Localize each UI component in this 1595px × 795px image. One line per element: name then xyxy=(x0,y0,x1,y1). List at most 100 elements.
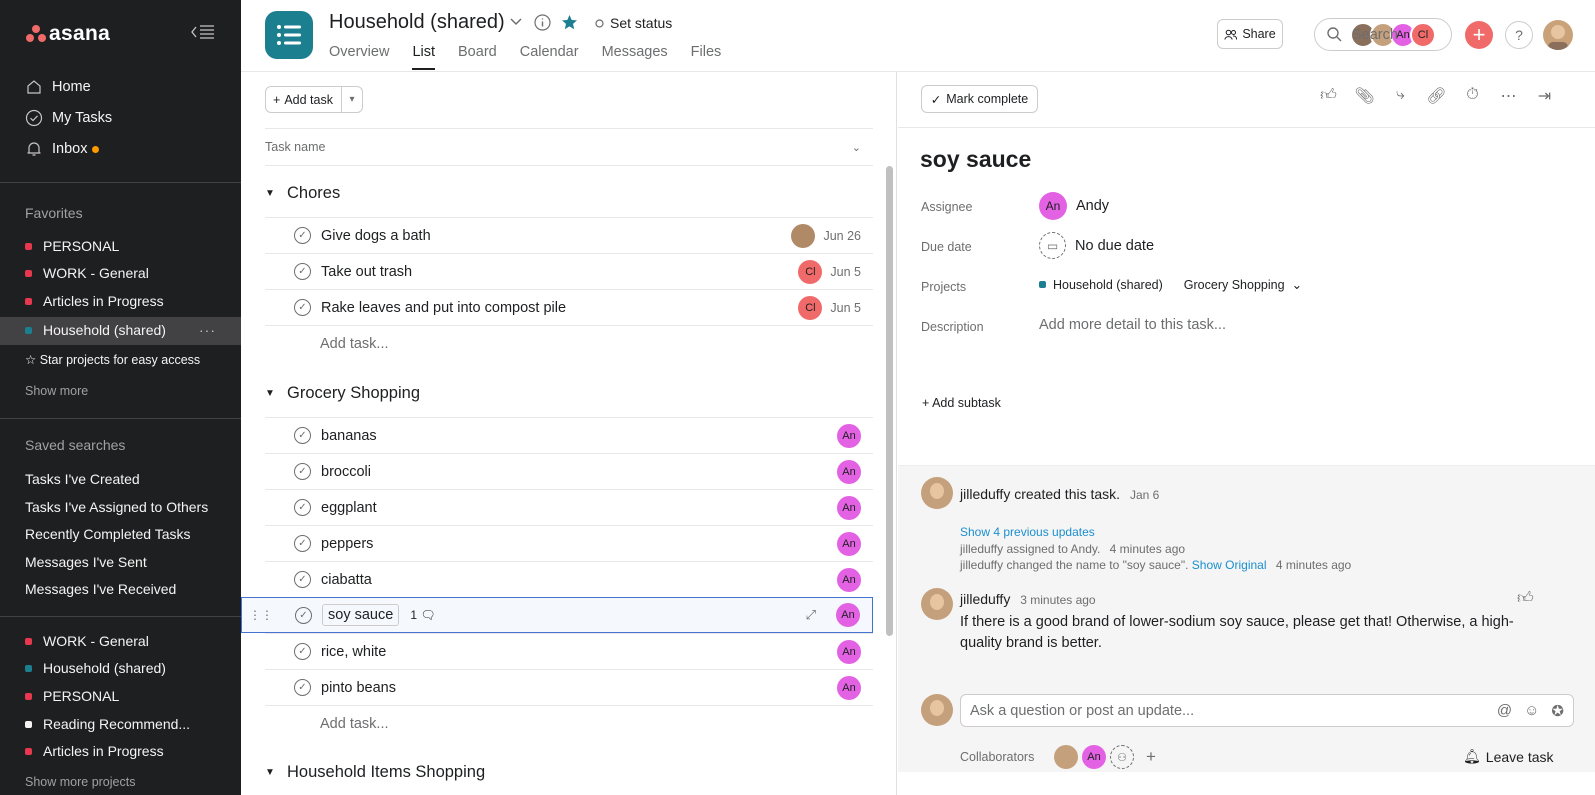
info-icon[interactable] xyxy=(534,14,551,35)
complete-check-icon[interactable]: ✓ xyxy=(294,643,311,660)
more-icon[interactable]: ⋯ xyxy=(1498,86,1519,106)
chevron-down-icon[interactable] xyxy=(509,14,523,32)
favorite-articles[interactable]: Articles in Progress xyxy=(25,293,164,309)
add-task-button[interactable]: + Add task ▾ xyxy=(265,86,363,113)
complete-check-icon[interactable]: ✓ xyxy=(294,227,311,244)
favorite-household[interactable]: Household (shared) xyxy=(25,322,166,338)
scrollbar[interactable] xyxy=(886,166,893,636)
avatar[interactable] xyxy=(1543,20,1573,50)
leave-task-button[interactable]: 🔔︎ Leave task xyxy=(1463,748,1554,765)
due-date-field[interactable]: ▭ No due date xyxy=(1039,232,1154,259)
project-articles[interactable]: Articles in Progress xyxy=(25,743,164,759)
show-more-projects-link[interactable]: Show more projects xyxy=(25,775,135,789)
mark-complete-button[interactable]: ✓ Mark complete xyxy=(921,85,1038,113)
table-row[interactable]: ✓ eggplant An xyxy=(265,489,873,525)
like-icon[interactable]: 👍︎ xyxy=(1318,86,1339,106)
add-task-row[interactable]: Add task... xyxy=(265,325,873,361)
show-previous-link[interactable]: Show 4 previous updates xyxy=(960,525,1095,539)
project-work-general[interactable]: WORK - General xyxy=(25,633,149,649)
nav-my-tasks[interactable]: My Tasks xyxy=(25,109,112,127)
nav-inbox[interactable]: Inbox xyxy=(25,140,100,158)
quick-add-button[interactable]: + xyxy=(1465,21,1493,49)
complete-check-icon[interactable]: ✓ xyxy=(294,263,311,280)
mention-icon[interactable]: @ xyxy=(1497,702,1512,720)
saved-search-received[interactable]: Messages I've Received xyxy=(25,581,176,597)
link-icon[interactable]: 🔗︎ xyxy=(1426,86,1447,106)
table-row[interactable]: ✓ ciabatta An xyxy=(265,561,873,597)
complete-check-icon[interactable]: ✓ xyxy=(294,499,311,516)
favorite-work-general[interactable]: WORK - General xyxy=(25,265,149,281)
nav-home[interactable]: Home xyxy=(25,78,91,96)
saved-search-assigned[interactable]: Tasks I've Assigned to Others xyxy=(25,499,208,515)
tab-messages[interactable]: Messages xyxy=(602,44,668,70)
drag-handle-icon[interactable]: ⋮⋮ xyxy=(249,608,273,622)
complete-check-icon[interactable]: ✓ xyxy=(294,299,311,316)
table-row[interactable]: ✓ Take out trash Cl Jun 5 xyxy=(265,253,873,289)
section-header[interactable]: ▼ Household Items Shopping xyxy=(265,754,873,790)
complete-check-icon[interactable]: ✓ xyxy=(294,535,311,552)
tab-board[interactable]: Board xyxy=(458,44,497,70)
task-title[interactable]: soy sauce xyxy=(920,146,1031,173)
comment-input[interactable]: Ask a question or post an update... @ ☺ … xyxy=(960,694,1574,727)
project-tag[interactable]: Household (shared) xyxy=(1039,278,1163,292)
chevron-down-icon[interactable]: ▾ xyxy=(342,94,362,105)
attachment-icon[interactable]: 📎︎ xyxy=(1354,86,1375,106)
subtask-icon[interactable]: ⤷ xyxy=(1390,86,1411,106)
more-options-icon[interactable]: ··· xyxy=(199,322,216,338)
table-row[interactable]: ✓ rice, white An xyxy=(265,633,873,669)
assignee-field[interactable]: An Andy xyxy=(1039,192,1109,220)
table-row[interactable]: ✓ Rake leaves and put into compost pile … xyxy=(265,289,873,325)
table-row[interactable]: ✓ bananas An xyxy=(265,417,873,453)
set-status-button[interactable]: Set status xyxy=(595,15,672,31)
table-row[interactable]: ✓ peppers An xyxy=(265,525,873,561)
complete-check-icon[interactable]: ✓ xyxy=(294,679,311,696)
chevron-down-icon[interactable]: ⌄ xyxy=(852,141,861,154)
triangle-down-icon[interactable]: ▼ xyxy=(265,388,275,399)
add-subtask-button[interactable]: + Add subtask xyxy=(922,396,1001,410)
project-reading[interactable]: Reading Recommend... xyxy=(25,716,190,732)
add-task-row[interactable]: Add task... xyxy=(265,705,873,741)
table-row[interactable]: ✓ pinto beans An xyxy=(265,669,873,705)
saved-search-completed[interactable]: Recently Completed Tasks xyxy=(25,526,190,542)
triangle-down-icon[interactable]: ▼ xyxy=(265,767,275,778)
search-input[interactable]: Search xyxy=(1314,18,1452,51)
asana-logo[interactable]: asana xyxy=(26,22,110,46)
task-name-field[interactable]: soy sauce xyxy=(322,604,400,626)
close-pane-icon[interactable]: ⇥ xyxy=(1534,86,1555,106)
tab-list[interactable]: List xyxy=(412,44,436,70)
share-button[interactable]: Share xyxy=(1217,19,1283,49)
table-row[interactable]: ✓ broccoli An xyxy=(265,453,873,489)
section-header[interactable]: ▼ Grocery Shopping xyxy=(265,375,873,411)
section-header[interactable]: ▼ Chores xyxy=(265,175,873,211)
tab-files[interactable]: Files xyxy=(691,44,722,70)
saved-search-sent[interactable]: Messages I've Sent xyxy=(25,554,147,570)
like-icon[interactable]: 👍︎ xyxy=(1517,589,1534,608)
add-collaborator-icon[interactable]: ⚇ xyxy=(1110,745,1134,769)
expand-icon[interactable]: ⤢ xyxy=(806,607,816,623)
complete-check-icon[interactable]: ✓ xyxy=(294,463,311,480)
complete-check-icon[interactable]: ✓ xyxy=(295,606,312,624)
favorite-personal[interactable]: PERSONAL xyxy=(25,238,119,254)
show-more-link[interactable]: Show more xyxy=(25,384,88,398)
project-personal[interactable]: PERSONAL xyxy=(25,688,119,704)
plus-icon[interactable]: + xyxy=(1146,747,1156,767)
triangle-down-icon[interactable]: ▼ xyxy=(265,188,275,199)
table-row-selected[interactable]: ⋮⋮ ✓ soy sauce 1 🗨 ⤢ An xyxy=(241,597,873,633)
complete-check-icon[interactable]: ✓ xyxy=(294,427,311,444)
comment-count-badge[interactable]: 1 🗨 xyxy=(410,608,435,622)
sticker-icon[interactable]: ✪ xyxy=(1551,702,1564,720)
tab-calendar[interactable]: Calendar xyxy=(520,44,579,70)
tab-overview[interactable]: Overview xyxy=(329,44,389,70)
project-household[interactable]: Household (shared) xyxy=(25,660,166,676)
project-title[interactable]: Household (shared) xyxy=(329,11,505,34)
complete-check-icon[interactable]: ✓ xyxy=(294,571,311,588)
collapse-sidebar-icon[interactable] xyxy=(191,24,217,44)
star-icon[interactable] xyxy=(561,14,578,35)
emoji-icon[interactable]: ☺ xyxy=(1524,702,1539,720)
section-dropdown[interactable]: Grocery Shopping ⌄ xyxy=(1184,277,1302,293)
description-field[interactable]: Add more detail to this task... xyxy=(1039,317,1226,333)
timer-icon[interactable]: ⏱︎ xyxy=(1462,86,1483,106)
saved-search-created[interactable]: Tasks I've Created xyxy=(25,471,140,487)
show-original-link[interactable]: Show Original xyxy=(1192,558,1267,572)
help-button[interactable]: ? xyxy=(1505,21,1533,49)
